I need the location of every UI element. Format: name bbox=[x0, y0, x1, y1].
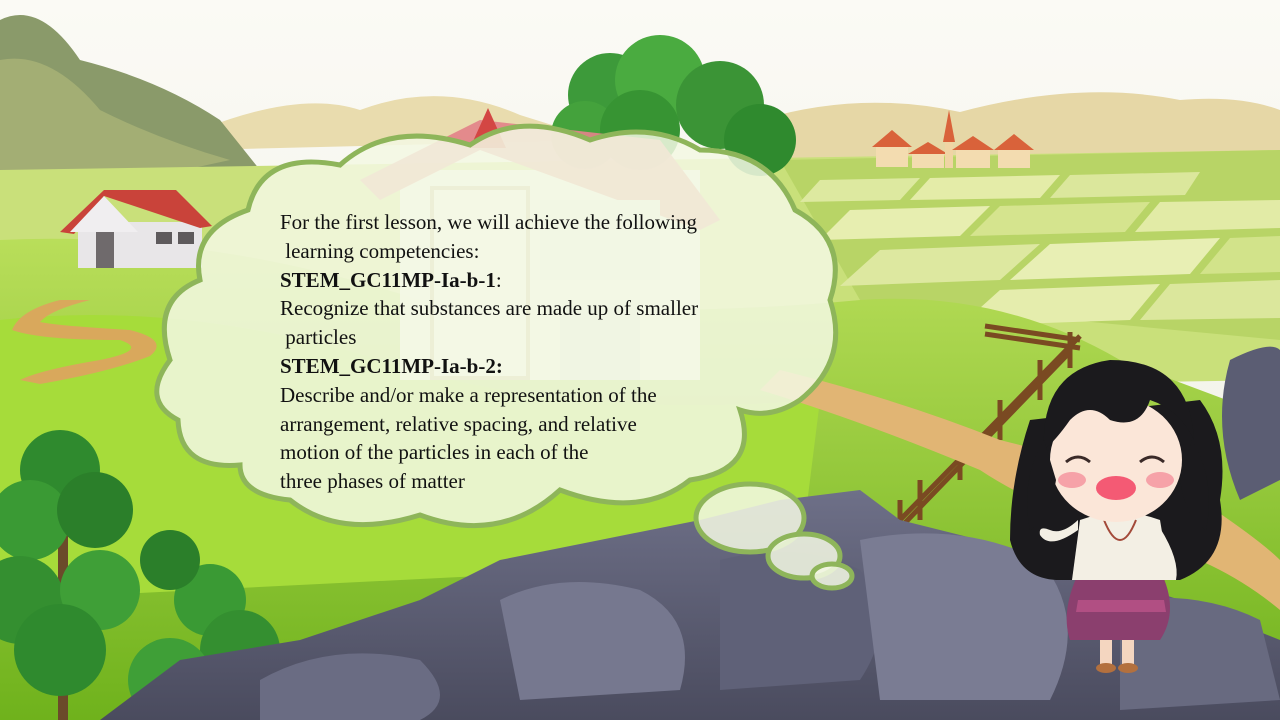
competency-2-description: Describe and/or make a representation of… bbox=[280, 382, 657, 407]
learning-competencies-text: For the first lesson, we will achieve th… bbox=[280, 208, 770, 496]
intro-line: learning competencies: bbox=[280, 238, 480, 263]
intro-line: For the first lesson, we will achieve th… bbox=[280, 210, 697, 234]
competency-1-description: Recognize that substances are made up of… bbox=[280, 296, 699, 321]
competency-code: STEM_GC11MP-Ia-b-1 bbox=[280, 267, 496, 292]
competency-2-description: arrangement, relative spacing, and relat… bbox=[280, 411, 637, 436]
competency-1-heading: STEM_GC11MP-Ia-b-1: bbox=[280, 266, 770, 295]
competency-2-description: motion of the particles in each of the bbox=[280, 440, 589, 465]
competency-2-description: three phases of matter bbox=[280, 469, 465, 494]
competency-1-description: particles bbox=[280, 325, 357, 350]
competency-2-heading: STEM_GC11MP-Ia-b-2: bbox=[280, 353, 503, 378]
competency-colon: : bbox=[495, 267, 502, 292]
